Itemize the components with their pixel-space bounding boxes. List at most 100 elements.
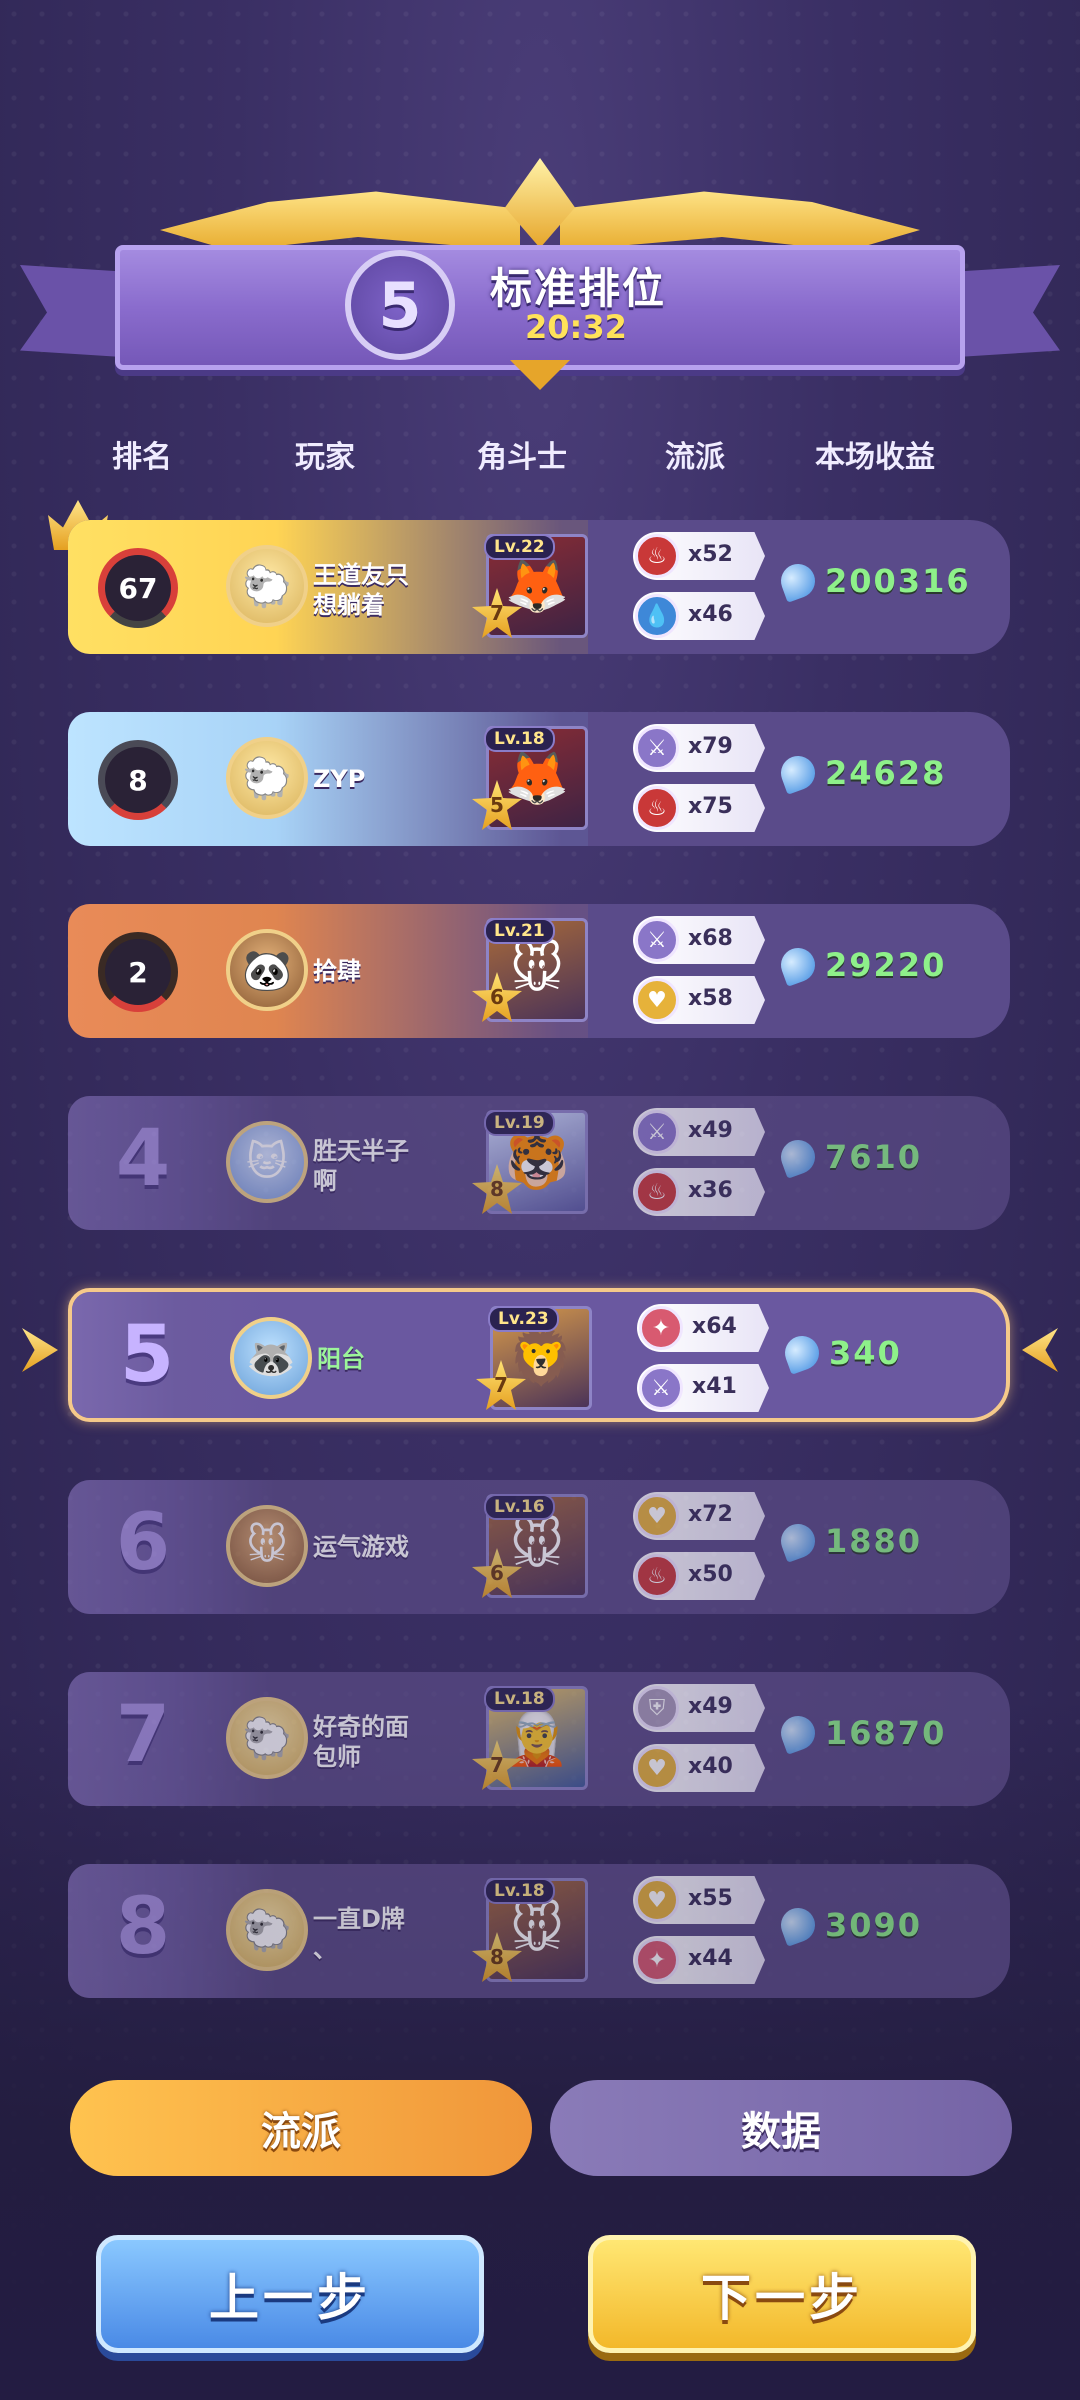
trait-count: x46: [688, 602, 733, 627]
column-header-trait: 流派: [665, 440, 725, 475]
table-row[interactable]: 7 🐑 好奇的面 包师 🧝 Lv.18 7 ⛨ x49 ♥ x40 16870: [68, 1672, 1010, 1806]
fire-icon: ♨: [635, 1554, 679, 1598]
player-name: 运气游戏: [313, 1533, 409, 1561]
player-name: 王道友只 想躺着: [313, 561, 409, 619]
trait-badge[interactable]: ♨ x36: [633, 1168, 765, 1216]
trait-badge[interactable]: ♨ x50: [633, 1552, 765, 1600]
column-header-player: 玩家: [295, 440, 355, 475]
trait-badge[interactable]: 💧 x46: [633, 592, 765, 640]
avatar[interactable]: 🐑: [226, 737, 308, 819]
trait-badge[interactable]: ♥ x72: [633, 1492, 765, 1540]
table-row[interactable]: 8 🐑 ZYP 🦊 Lv.18 5 ⚔ x79 ♨ x75 24628: [68, 712, 1010, 846]
avatar[interactable]: 🐼: [226, 929, 308, 1011]
sword-icon: ⚔: [635, 918, 679, 962]
trait-count: x55: [688, 1886, 733, 1911]
header-banner: 5 标准排位 20:32: [0, 150, 1080, 390]
heart-icon: ♥: [635, 1494, 679, 1538]
champion-card[interactable]: 🦊 Lv.22 7: [472, 534, 588, 640]
trait-count: x41: [692, 1374, 737, 1399]
champion-card[interactable]: 🦁 Lv.23 7: [476, 1306, 592, 1412]
trait-badge[interactable]: ♥ x58: [633, 976, 765, 1024]
avatar[interactable]: 🐭: [226, 1505, 308, 1587]
earnings: 1880: [776, 1519, 923, 1563]
trait-count: x50: [688, 1562, 733, 1587]
avatar[interactable]: 🐑: [226, 545, 308, 627]
trait-badge[interactable]: ♨ x52: [633, 532, 765, 580]
champion-card[interactable]: 🐭 Lv.21 6: [472, 918, 588, 1024]
trait-count: x49: [688, 1694, 733, 1719]
prev-step-button[interactable]: 上一步: [96, 2235, 484, 2353]
rank-number: 8: [115, 1882, 171, 1972]
banner-gem-icon: [510, 360, 570, 390]
player-name: 好奇的面 包师: [313, 1713, 409, 1771]
avatar[interactable]: 🦝: [230, 1317, 312, 1399]
earnings: 200316: [776, 559, 971, 603]
trait-badge[interactable]: ♥ x40: [633, 1744, 765, 1792]
gem-icon: [776, 559, 820, 603]
earnings: 29220: [776, 943, 946, 987]
tab-data[interactable]: 数据: [550, 2080, 1012, 2176]
table-row[interactable]: 6 🐭 运气游戏 🐭 Lv.16 6 ♥ x72 ♨ x50 1880: [68, 1480, 1010, 1614]
earnings-value: 200316: [825, 562, 971, 600]
table-row[interactable]: 67 🐑 王道友只 想躺着 🦊 Lv.22 7 ♨ x52 💧 x46 2003…: [68, 520, 1010, 654]
player-name: 胜天半子 啊: [313, 1137, 409, 1195]
trait-badge[interactable]: ✦ x64: [637, 1304, 769, 1352]
water-icon: 💧: [635, 594, 679, 638]
avatar[interactable]: 🐑: [226, 1889, 308, 1971]
tab-trait[interactable]: 流派: [70, 2080, 532, 2176]
table-row[interactable]: 4 🐱 胜天半子 啊 🐯 Lv.19 8 ⚔ x49 ♨ x36 7610: [68, 1096, 1010, 1230]
earnings-value: 24628: [825, 754, 947, 792]
rank-laurel-badge: 5: [345, 250, 455, 360]
champion-card[interactable]: 🐭 Lv.18 8: [472, 1878, 588, 1984]
rank-badge-number: 5: [378, 268, 422, 342]
star-count: 8: [490, 1177, 504, 1201]
champion-level: Lv.21: [484, 918, 555, 944]
earnings-value: 7610: [825, 1138, 923, 1176]
table-row[interactable]: 2 🐼 拾肆 🐭 Lv.21 6 ⚔ x68 ♥ x58 29220: [68, 904, 1010, 1038]
champion-card[interactable]: 🦊 Lv.18 5: [472, 726, 588, 832]
star-count: 6: [490, 985, 504, 1009]
trait-badge[interactable]: ⛨ x49: [633, 1684, 765, 1732]
table-row[interactable]: 8 🐑 一直D牌 、 🐭 Lv.18 8 ♥ x55 ✦ x44 3090: [68, 1864, 1010, 1998]
earnings: 7610: [776, 1135, 923, 1179]
star-count: 6: [490, 1561, 504, 1585]
trait-badge[interactable]: ⚔ x41: [637, 1364, 769, 1412]
trait-count: x52: [688, 542, 733, 567]
star-count: 8: [490, 1945, 504, 1969]
sword-icon: ⚔: [635, 1110, 679, 1154]
earnings-value: 3090: [825, 1906, 923, 1944]
champion-card[interactable]: 🐯 Lv.19 8: [472, 1110, 588, 1216]
earnings-value: 16870: [825, 1714, 947, 1752]
trait-count: x68: [688, 926, 733, 951]
fire-icon: ♨: [635, 1170, 679, 1214]
champion-card[interactable]: 🐭 Lv.16 6: [472, 1494, 588, 1600]
trait-badge[interactable]: ⚔ x49: [633, 1108, 765, 1156]
champion-level: Lv.18: [484, 726, 555, 752]
trait-badge[interactable]: ⚔ x79: [633, 724, 765, 772]
earnings-value: 340: [829, 1334, 902, 1372]
player-name: 一直D牌 、: [313, 1905, 405, 1963]
earnings-value: 1880: [825, 1522, 923, 1560]
trait-count: x44: [688, 1946, 733, 1971]
trait-badge[interactable]: ♨ x75: [633, 784, 765, 832]
next-step-button[interactable]: 下一步: [588, 2235, 976, 2353]
table-row-self[interactable]: 5 🦝 阳台 🦁 Lv.23 7 ✦ x64 ⚔ x41 340: [68, 1288, 1010, 1422]
avatar[interactable]: 🐱: [226, 1121, 308, 1203]
trait-count: x79: [688, 734, 733, 759]
rank-number: 4: [115, 1114, 171, 1204]
avatar[interactable]: 🐑: [226, 1697, 308, 1779]
gem-icon: [776, 1519, 820, 1563]
star-count: 7: [490, 1753, 504, 1777]
trait-count: x49: [688, 1118, 733, 1143]
trait-badge[interactable]: ✦ x44: [633, 1936, 765, 1984]
trait-badge[interactable]: ⚔ x68: [633, 916, 765, 964]
rank-number: 5: [119, 1310, 175, 1400]
match-time: 20:32: [525, 308, 627, 346]
gem-icon: [776, 1903, 820, 1947]
fire-icon: ♨: [635, 786, 679, 830]
star-count: 5: [490, 793, 504, 817]
rank-ring: 67: [98, 548, 178, 628]
trait-badge[interactable]: ♥ x55: [633, 1876, 765, 1924]
champion-card[interactable]: 🧝 Lv.18 7: [472, 1686, 588, 1792]
trait-count: x72: [688, 1502, 733, 1527]
